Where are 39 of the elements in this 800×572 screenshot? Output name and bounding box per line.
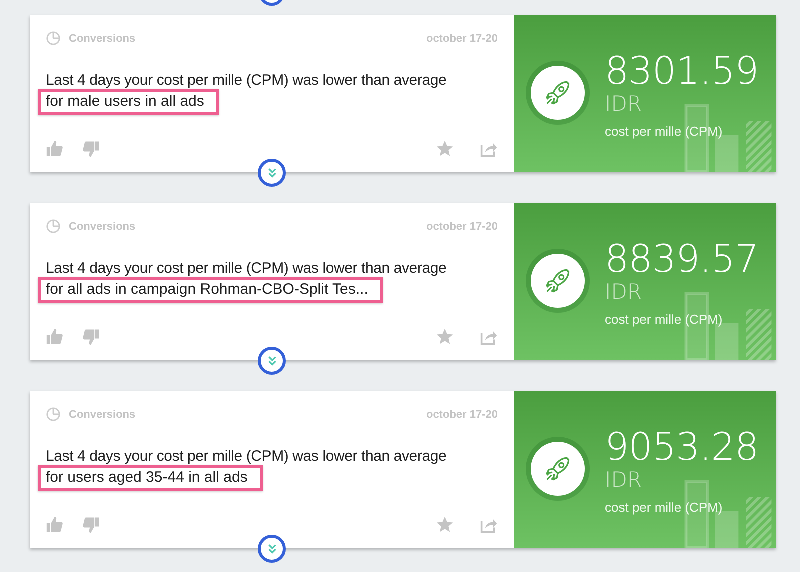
double-chevron-down-icon — [266, 354, 278, 368]
metric-label: cost per mille (CPM) — [605, 500, 724, 515]
date-range: october 17-20 — [426, 220, 498, 232]
highlighted-segment: for users aged 35-44 in all ads — [38, 465, 263, 491]
thumbs-down-icon[interactable] — [82, 328, 100, 346]
expand-button[interactable] — [258, 535, 286, 563]
thumbs-up-icon[interactable] — [46, 516, 64, 534]
expand-button[interactable] — [258, 347, 286, 375]
thumbs-down-icon[interactable] — [82, 516, 100, 534]
metric-value: 8839.57 — [605, 238, 759, 280]
metric-value: 9053.28 — [605, 426, 759, 468]
currency-label: IDR — [605, 280, 643, 304]
category-label: Conversions — [69, 32, 136, 44]
star-icon[interactable] — [436, 140, 454, 158]
currency-label: IDR — [605, 468, 643, 492]
star-icon[interactable] — [436, 516, 454, 534]
thumbs-up-icon[interactable] — [46, 328, 64, 346]
insight-message: Last 4 days your cost per mille (CPM) was lower than average — [46, 448, 448, 465]
metric-label: cost per mille (CPM) — [605, 124, 724, 139]
metric-label: cost per mille (CPM) — [605, 312, 724, 327]
highlighted-segment: for all ads in campaign Rohman-CBO-Split Tes... — [38, 277, 384, 303]
pie-chart-icon — [46, 219, 61, 234]
thumbs-up-icon[interactable] — [46, 140, 64, 158]
category-label: Conversions — [69, 220, 136, 232]
category-label: Conversions — [69, 408, 136, 420]
star-icon[interactable] — [436, 328, 454, 346]
double-chevron-down-icon — [266, 166, 278, 180]
thumbs-down-icon[interactable] — [82, 140, 100, 158]
expand-button[interactable] — [258, 159, 286, 187]
date-range: october 17-20 — [426, 32, 498, 44]
currency-label: IDR — [605, 92, 643, 116]
highlighted-segment: for male users in all ads — [38, 89, 220, 115]
insight-message: Last 4 days your cost per mille (CPM) was lower than average — [46, 72, 448, 89]
metric-value: 8301.59 — [605, 50, 759, 92]
pie-chart-icon — [46, 31, 61, 46]
pie-chart-icon — [46, 407, 61, 422]
double-chevron-down-icon — [266, 542, 278, 556]
date-range: october 17-20 — [426, 408, 498, 420]
insight-message: Last 4 days your cost per mille (CPM) was lower than average — [46, 260, 448, 277]
